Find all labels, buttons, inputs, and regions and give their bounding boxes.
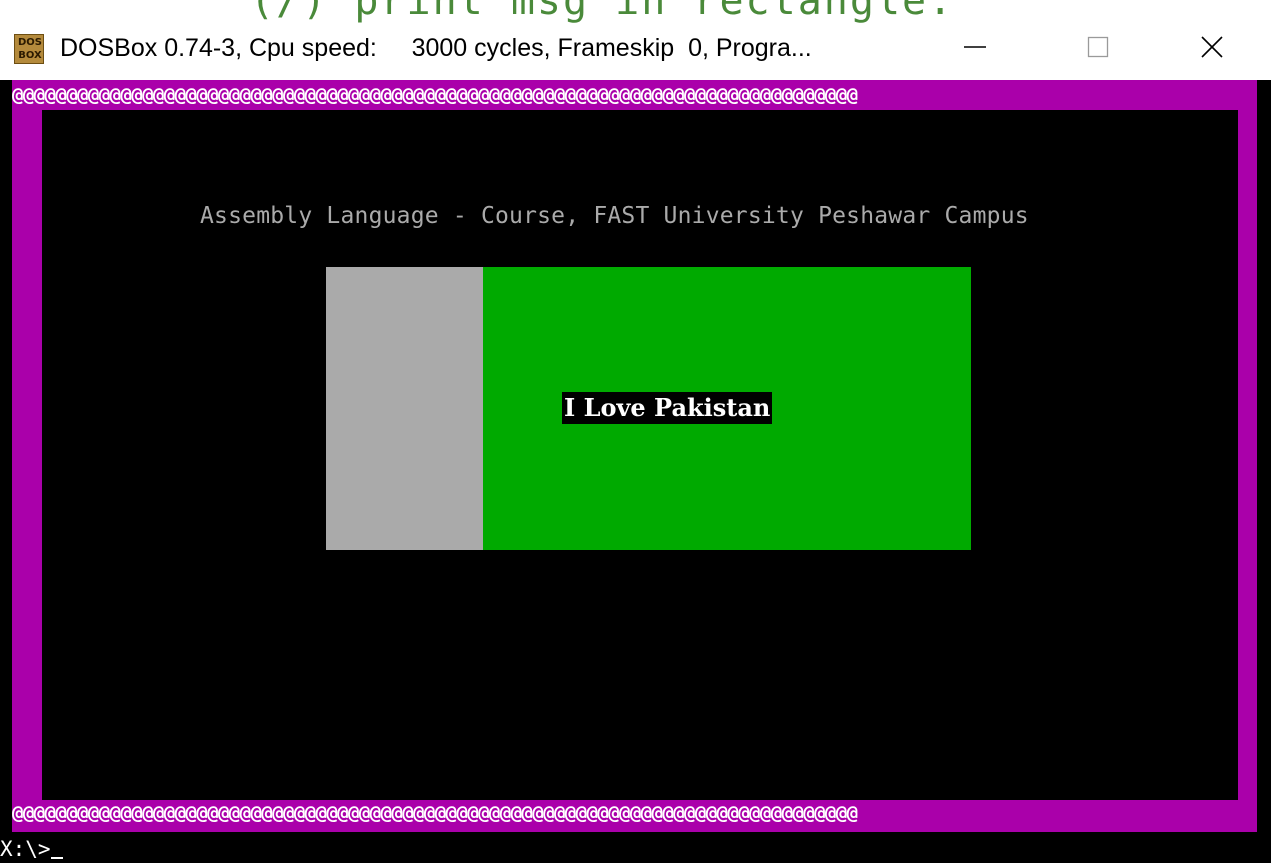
dos-screen[interactable]: @@@@@@@@@@@@@@@@@@@@@@@@@@@@@@@@@@@@@@@@… [0,80,1271,863]
close-icon [1201,36,1223,58]
bottom-border-chars: @@@@@@@@@@@@@@@@@@@@@@@@@@@@@@@@@@@@@@@@… [12,802,858,824]
close-button[interactable] [1177,22,1247,72]
maximize-button[interactable] [1063,22,1133,72]
course-heading: Assembly Language - Course, FAST Univers… [200,203,1029,229]
dosbox-icon[interactable]: DOS BOX [14,34,44,64]
minimize-button[interactable] [940,22,1010,72]
window-title-bar[interactable]: (/) print msg in rectangle. DOS BOX DOSB… [0,0,1271,80]
prompt-text: X:\> [0,837,51,861]
text-cursor [50,857,63,859]
minimize-icon [964,46,986,48]
background-window-text: (/) print msg in rectangle. [250,0,955,24]
window-title: DOSBox 0.74-3, Cpu speed: 3000 cycles, F… [60,34,812,62]
gray-rectangle [326,267,483,550]
dosbox-icon-bottom-text: BOX [18,50,42,61]
top-border-chars: @@@@@@@@@@@@@@@@@@@@@@@@@@@@@@@@@@@@@@@@… [12,84,858,106]
message-text: I Love Pakistan [562,392,773,424]
dosbox-icon-top-text: DOS [17,37,42,48]
maximize-icon [1087,36,1109,58]
command-prompt[interactable]: X:\> [0,836,63,863]
